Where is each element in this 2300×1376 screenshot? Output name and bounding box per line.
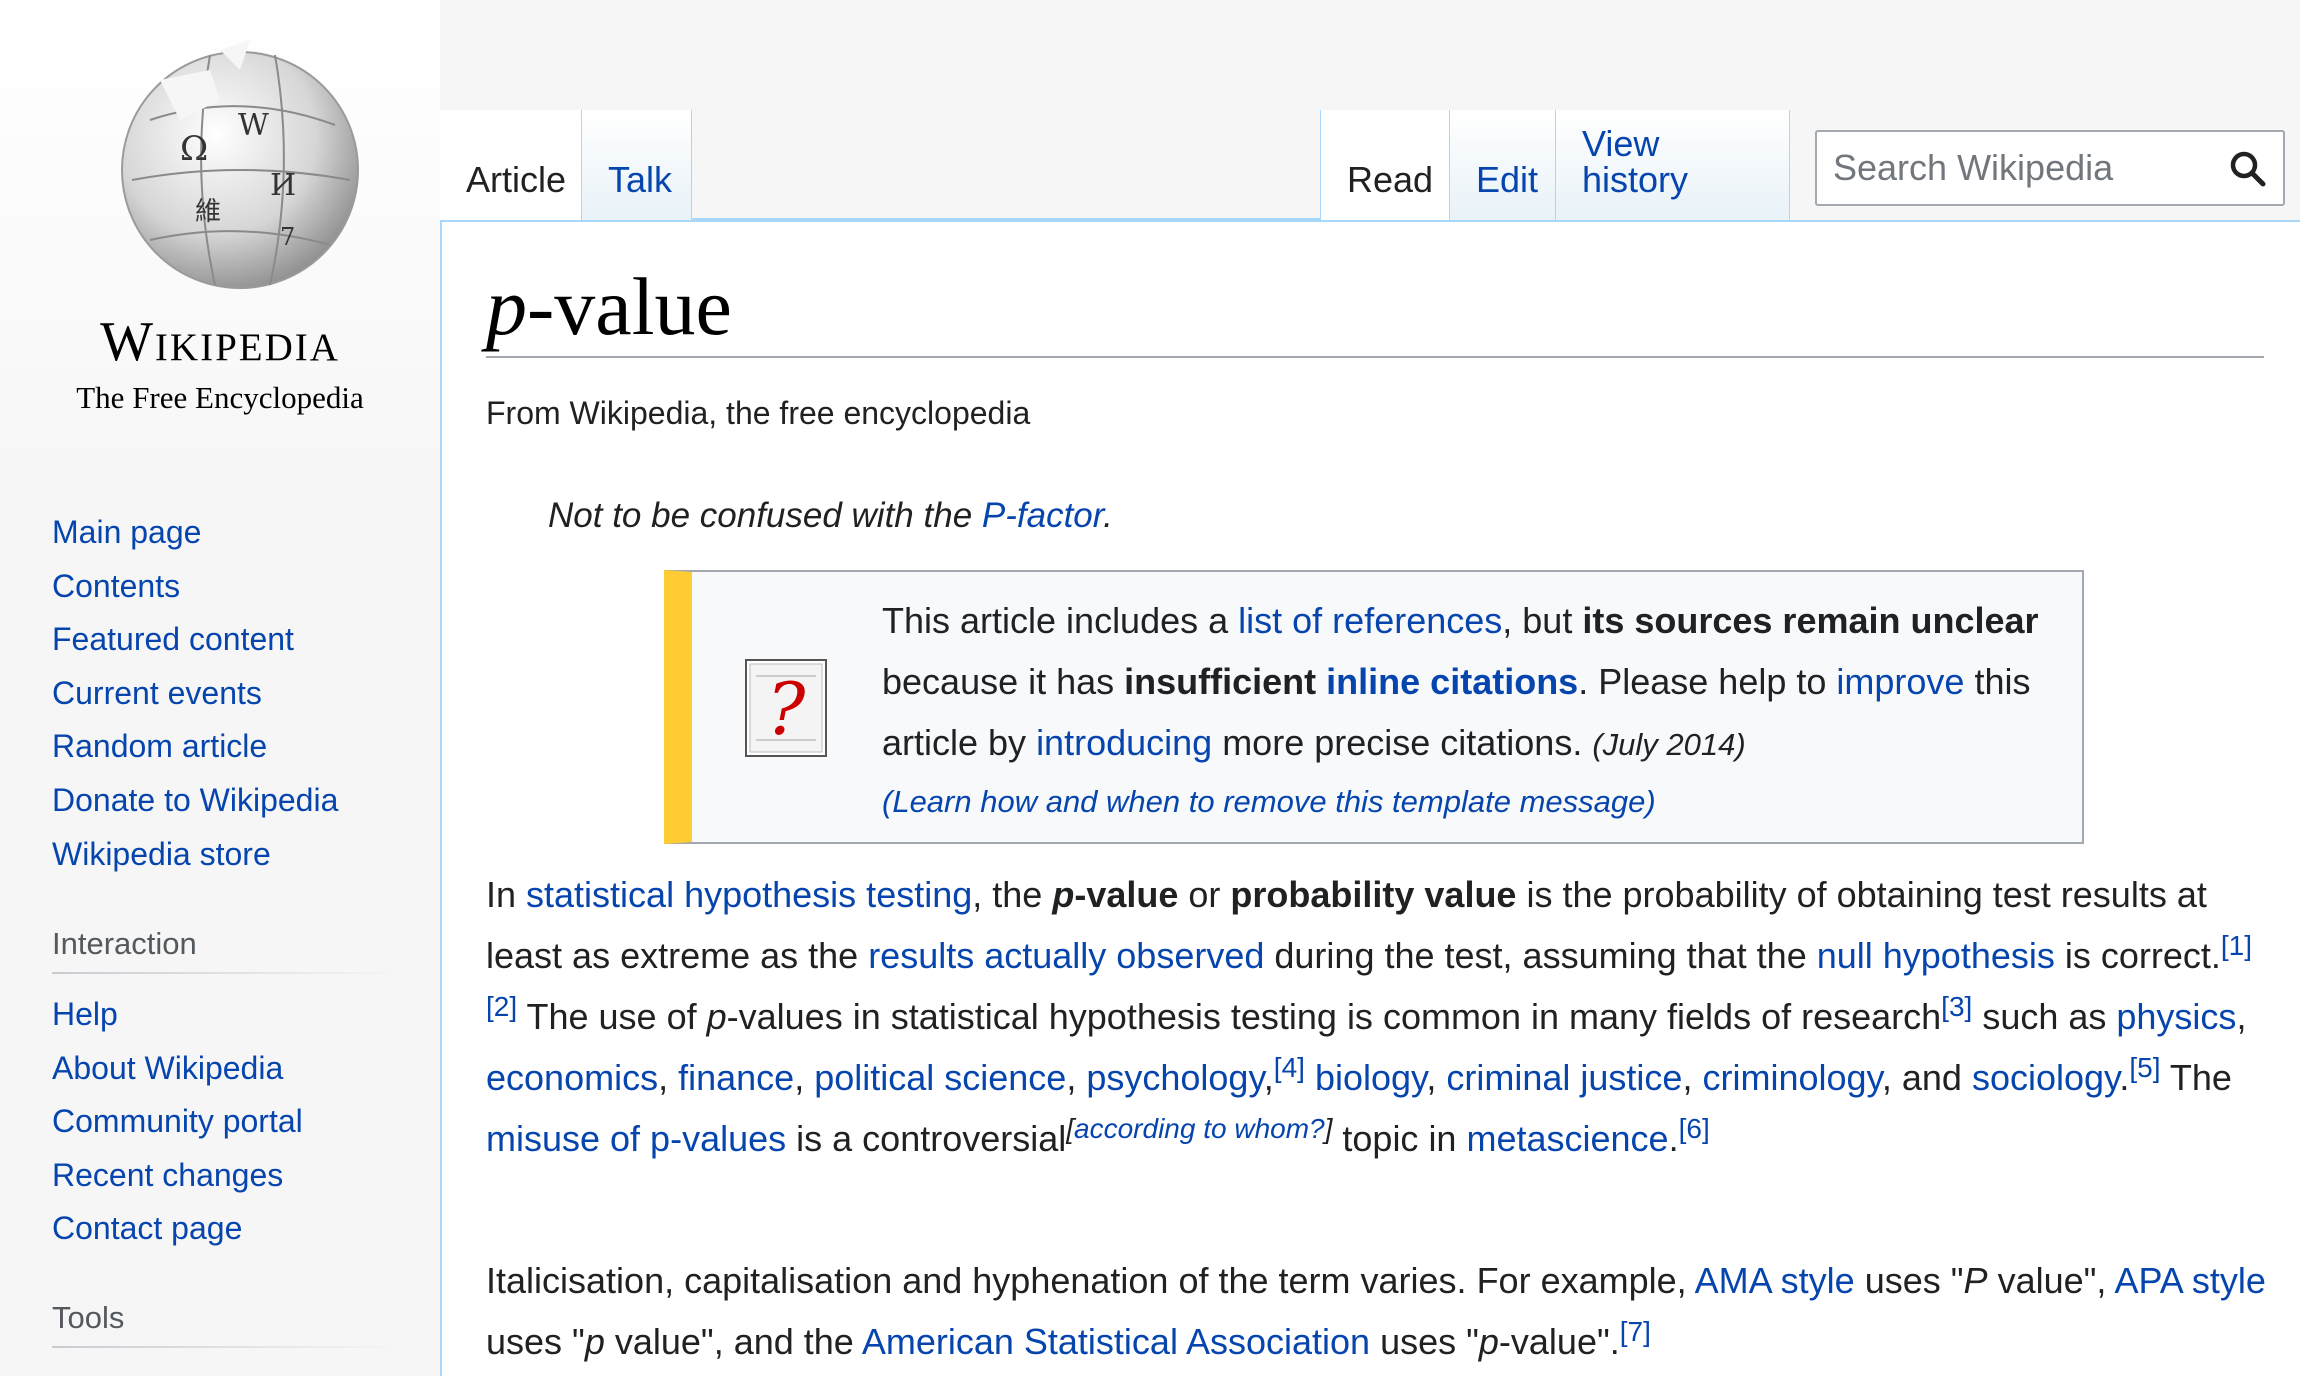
nav-help[interactable]: Help [52,996,118,1032]
tab-article[interactable]: Article [440,110,582,220]
second-paragraph: Italicisation, capitalisation and hyphen… [486,1260,2266,1362]
notice-text: This article includes a list of referenc… [882,590,2072,829]
nav-donate[interactable]: Donate to Wikipedia [52,782,338,818]
svg-text:?: ? [767,667,806,751]
page-title: p-value [486,261,2264,359]
tools-heading: Tools [52,1300,402,1348]
interaction-heading: Interaction [52,926,402,974]
sidebar: Ω W И 維 7 Wikipedia The Free Encyclopedi… [0,0,440,1376]
ref-7[interactable]: [7] [1620,1316,1651,1347]
link-finance[interactable]: finance [678,1057,794,1098]
nav-contact-page[interactable]: Contact page [52,1210,242,1246]
link-ama-style[interactable]: AMA style [1695,1260,1855,1301]
svg-text:W: W [238,108,269,143]
link-misuse-of-p-values[interactable]: misuse of p-values [486,1118,786,1159]
svg-text:Ω: Ω [180,129,208,169]
nav-about-wikipedia[interactable]: About Wikipedia [52,1050,283,1086]
svg-text:И: И [270,168,296,203]
link-sociology[interactable]: sociology [1972,1057,2119,1098]
link-criminology[interactable]: criminology [1702,1057,1881,1098]
link-null-hypothesis[interactable]: null hypothesis [1817,935,2055,976]
nav-wikipedia-store[interactable]: Wikipedia store [52,836,271,872]
link-apa-style[interactable]: APA style [2114,1260,2265,1301]
nav-community-portal[interactable]: Community portal [52,1103,303,1139]
link-economics[interactable]: economics [486,1057,658,1098]
interaction-menu: Help About Wikipedia Community portal Re… [52,988,303,1256]
site-subtitle: From Wikipedia, the free encyclopedia [486,395,1031,431]
ref-3[interactable]: [3] [1941,991,1972,1022]
ref-1[interactable]: [1] [2221,930,2252,961]
search-icon[interactable] [2229,150,2267,188]
wikipedia-tagline: The Free Encyclopedia [76,380,364,415]
nav-current-events[interactable]: Current events [52,675,262,711]
wikipedia-wordmark: Wikipedia [100,311,340,373]
ref-5[interactable]: [5] [2129,1052,2160,1083]
tab-talk[interactable]: Talk [582,110,692,220]
inline-citations-link[interactable]: inline citations [1326,661,1578,702]
notice-date: (July 2014) [1592,727,1746,762]
question-book-icon: ? [745,659,827,757]
link-political-science[interactable]: political science [814,1057,1066,1098]
nav-main-page[interactable]: Main page [52,514,201,550]
navigation-menu: Main page Contents Featured content Curr… [52,506,338,881]
search-box [1815,130,2285,206]
ref-4[interactable]: [4] [1274,1052,1305,1083]
link-american-statistical-association[interactable]: American Statistical Association [862,1321,1370,1362]
improve-link[interactable]: improve [1836,661,1964,702]
ref-6[interactable]: [6] [1679,1113,1710,1144]
link-psychology[interactable]: psychology [1086,1057,1263,1098]
wikipedia-logo[interactable]: Ω W И 維 7 Wikipedia The Free Encyclopedi… [50,30,390,430]
nav-random-article[interactable]: Random article [52,728,267,764]
svg-text:維: 維 [195,197,221,227]
link-biology[interactable]: biology [1315,1057,1426,1098]
learn-remove-template-link[interactable]: (Learn how and when to remove this templ… [882,775,2072,829]
tab-view-history[interactable]: View history [1556,110,1790,220]
hatnote: Not to be confused with the P-factor. [548,496,1113,535]
puzzle-globe-icon: Ω W И 維 7 [121,40,359,289]
search-input[interactable] [1831,140,2221,196]
tab-edit[interactable]: Edit [1450,110,1556,220]
tab-read[interactable]: Read [1320,110,1450,220]
nav-featured-content[interactable]: Featured content [52,621,294,657]
link-statistical-hypothesis-testing[interactable]: statistical hypothesis testing [526,874,972,915]
nav-contents[interactable]: Contents [52,568,180,604]
nav-recent-changes[interactable]: Recent changes [52,1157,283,1193]
link-results-actually-observed[interactable]: results actually observed [868,935,1264,976]
introducing-link[interactable]: introducing [1036,722,1212,763]
svg-text:7: 7 [280,223,295,251]
link-metascience[interactable]: metascience [1466,1118,1668,1159]
ref-2[interactable]: [2] [486,991,517,1022]
hatnote-link[interactable]: P-factor [982,496,1103,535]
according-to-whom-note[interactable]: according to whom? [1074,1113,1325,1144]
maintenance-notice: ? This article includes a list of refere… [664,570,2084,844]
list-of-references-link[interactable]: list of references [1238,600,1502,641]
link-criminal-justice[interactable]: criminal justice [1446,1057,1682,1098]
link-physics[interactable]: physics [2116,996,2236,1037]
lead-paragraph: In statistical hypothesis testing, the p… [486,874,2253,1159]
